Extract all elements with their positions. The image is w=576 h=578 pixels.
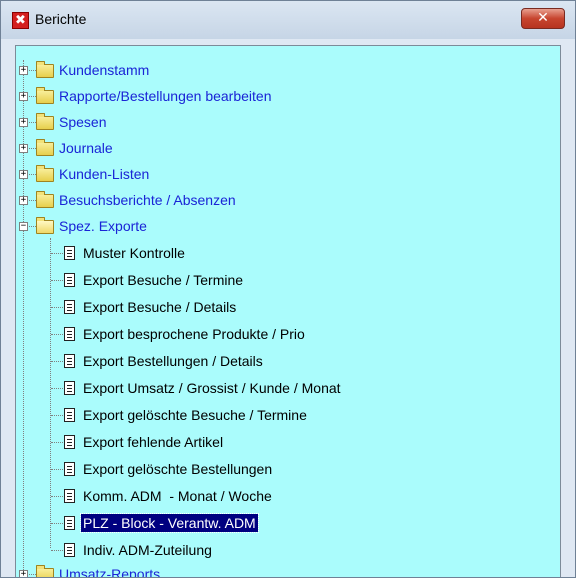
item-label: Export Bestellungen / Details: [83, 353, 263, 369]
collapse-icon[interactable]: −: [19, 222, 28, 231]
tree-folder-besuchsberichte[interactable]: + Besuchsberichte / Absenzen: [16, 190, 556, 210]
item-label: Export gelöschte Bestellungen: [83, 461, 273, 477]
item-label: Indiv. ADM-Zuteilung: [83, 542, 212, 558]
connector: [51, 523, 63, 524]
connector: [51, 550, 63, 551]
folder-label: Umsatz-Reports: [59, 566, 161, 578]
expand-icon[interactable]: +: [19, 144, 28, 153]
open-folder-icon: [36, 217, 54, 234]
connector: [51, 415, 63, 416]
tree-item[interactable]: Komm. ADM - Monat / Woche: [16, 486, 556, 506]
tree-item[interactable]: Export besprochene Produkte / Prio: [16, 324, 556, 344]
tree-folder-kunden-listen[interactable]: + Kunden-Listen: [16, 164, 556, 184]
item-label: PLZ - Block - Verantw. ADM: [80, 513, 259, 533]
folder-label: Spez. Exporte: [59, 218, 147, 234]
item-label: Export gelöschte Besuche / Termine: [83, 407, 307, 423]
berichte-window: ✖ Berichte ✕ + Kundenstamm + Rapporte/Be…: [0, 0, 576, 578]
tree-item[interactable]: Muster Kontrolle: [16, 243, 556, 263]
folder-label: Rapporte/Bestellungen bearbeiten: [59, 88, 272, 104]
tree-folder-rapporte[interactable]: + Rapporte/Bestellungen bearbeiten: [16, 86, 556, 106]
folder-icon: [36, 165, 54, 182]
close-icon: ✕: [537, 10, 549, 26]
expand-icon[interactable]: +: [19, 570, 28, 577]
tree-item[interactable]: Export gelöschte Bestellungen: [16, 459, 556, 479]
tree-item-selected[interactable]: PLZ - Block - Verantw. ADM: [16, 513, 556, 533]
connector: [51, 388, 63, 389]
folder-label: Spesen: [59, 114, 107, 130]
document-icon: [64, 543, 75, 557]
folder-label: Besuchsberichte / Absenzen: [59, 192, 236, 208]
document-icon: [64, 246, 75, 260]
document-icon: [64, 273, 75, 287]
connector: [51, 469, 63, 470]
folder-label: Kunden-Listen: [59, 166, 150, 182]
connector: [51, 361, 63, 362]
title-bar[interactable]: ✖ Berichte ✕: [1, 1, 575, 39]
tree-folder-umsatz-reports[interactable]: + Umsatz-Reports: [16, 564, 556, 578]
expand-icon[interactable]: +: [19, 92, 28, 101]
document-icon: [64, 327, 75, 341]
expand-icon[interactable]: +: [19, 66, 28, 75]
tree-item[interactable]: Export gelöschte Besuche / Termine: [16, 405, 556, 425]
document-icon: [64, 462, 75, 476]
connector: [51, 442, 63, 443]
tree-folder-journale[interactable]: + Journale: [16, 138, 556, 158]
connector: [51, 496, 63, 497]
item-label: Komm. ADM - Monat / Woche: [83, 488, 272, 504]
folder-icon: [36, 191, 54, 208]
tree-item[interactable]: Export Umsatz / Grossist / Kunde / Monat: [16, 378, 556, 398]
item-label: Muster Kontrolle: [83, 245, 185, 261]
folder-label: Kundenstamm: [59, 62, 150, 78]
folder-icon: [36, 113, 54, 130]
connector: [51, 280, 63, 281]
expand-icon[interactable]: +: [19, 170, 28, 179]
tree-item[interactable]: Export Bestellungen / Details: [16, 351, 556, 371]
tree-folder-spesen[interactable]: + Spesen: [16, 112, 556, 132]
folder-icon: [36, 61, 54, 78]
tree-item[interactable]: Export fehlende Artikel: [16, 432, 556, 452]
document-icon: [64, 435, 75, 449]
document-icon: [64, 408, 75, 422]
folder-icon: [36, 139, 54, 156]
expand-icon[interactable]: +: [19, 118, 28, 127]
folder-icon: [36, 565, 54, 577]
tree-folder-spez-exporte[interactable]: − Spez. Exporte: [16, 216, 556, 236]
tree-folder-kundenstamm[interactable]: + Kundenstamm: [16, 60, 556, 80]
tree-item[interactable]: Export Besuche / Details: [16, 297, 556, 317]
document-icon: [64, 354, 75, 368]
tree-item[interactable]: Indiv. ADM-Zuteilung: [16, 540, 556, 560]
report-tree[interactable]: + Kundenstamm + Rapporte/Bestellungen be…: [15, 45, 561, 578]
connector: [51, 334, 63, 335]
item-label: Export Besuche / Details: [83, 299, 237, 315]
document-icon: [64, 381, 75, 395]
folder-icon: [36, 87, 54, 104]
item-label: Export fehlende Artikel: [83, 434, 224, 450]
item-label: Export Umsatz / Grossist / Kunde / Monat: [83, 380, 341, 396]
tree-item[interactable]: Export Besuche / Termine: [16, 270, 556, 290]
item-label: Export besprochene Produkte / Prio: [83, 326, 305, 342]
document-icon: [64, 516, 75, 530]
close-button[interactable]: ✕: [521, 8, 565, 29]
window-title: Berichte: [35, 11, 87, 27]
connector: [51, 307, 63, 308]
x-icon: ✖: [12, 12, 29, 29]
document-icon: [64, 300, 75, 314]
item-label: Export Besuche / Termine: [83, 272, 244, 288]
connector: [51, 253, 63, 254]
expand-icon[interactable]: +: [19, 196, 28, 205]
folder-label: Journale: [59, 140, 113, 156]
document-icon: [64, 489, 75, 503]
